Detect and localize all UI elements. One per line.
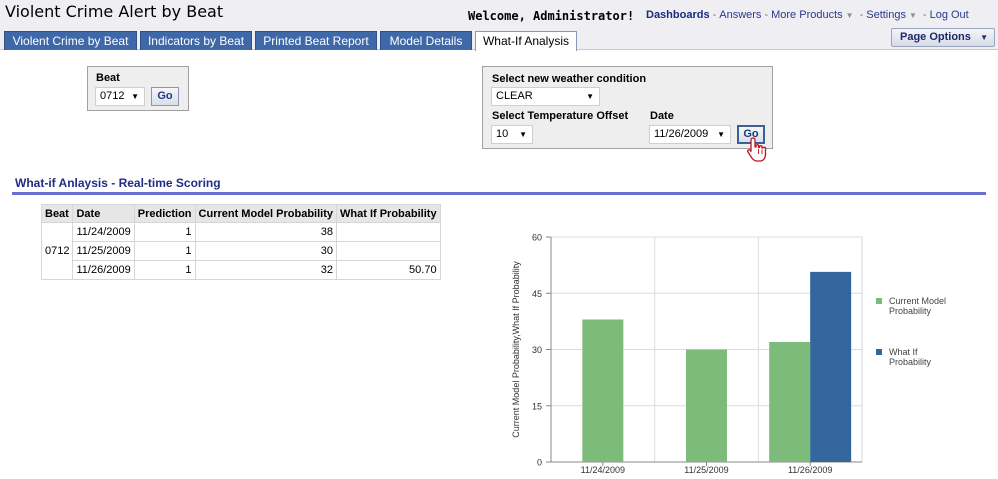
table-header-row: Beat Date Prediction Current Model Proba… [40,204,441,223]
app-title: Violent Crime Alert by Beat [5,2,224,21]
section-title: What-if Anlaysis - Real-time Scoring [15,176,221,190]
y-axis-label: Current Model Probability,What If Probab… [511,261,521,438]
bar [769,342,811,462]
answers-link[interactable]: Answers [719,9,761,21]
x-tick-label: 11/24/2009 [581,465,625,475]
page-options-button[interactable]: Page Options ▼ [891,28,995,47]
beat-cell: 0712 [40,222,74,280]
date-cell: 11/24/2009 [72,222,135,242]
prediction-cell: 1 [133,260,196,280]
legend-swatch [876,349,882,355]
column-header-what-if-probability[interactable]: What If Probability [336,204,441,223]
y-tick-label: 45 [532,289,542,299]
page-options-label: Page Options [900,31,971,43]
chevron-down-icon[interactable]: ▼ [846,11,854,20]
bar [810,271,852,462]
chevron-down-icon: ▼ [717,130,725,139]
what-if-probability-cell [336,222,441,242]
tab-printed-beat-report[interactable]: Printed Beat Report [255,31,377,50]
beat-label: Beat [96,72,120,84]
nav-separator: - [764,9,769,21]
nav-separator: - [859,9,864,21]
chevron-down-icon[interactable]: ▼ [909,11,917,20]
date-select[interactable]: 11/26/2009 ▼ [649,125,731,144]
column-header-prediction[interactable]: Prediction [133,204,196,223]
chevron-down-icon: ▼ [131,92,139,101]
tab-violent-crime-by-beat[interactable]: Violent Crime by Beat [4,31,137,50]
beat-go-button[interactable]: Go [151,87,179,106]
scoring-table: Beat Date Prediction Current Model Proba… [40,204,441,280]
y-tick-label: 0 [537,458,542,468]
current-probability-cell: 38 [194,222,338,242]
what-if-probability-cell: 50.70 [336,260,441,280]
weather-select-value: CLEAR [496,90,533,102]
logout-link[interactable]: Log Out [930,9,969,21]
weather-select[interactable]: CLEAR ▼ [491,87,600,106]
temperature-offset-select[interactable]: 10 ▼ [491,125,533,144]
what-if-probability-cell [336,241,441,261]
current-probability-cell: 30 [194,241,338,261]
table-row: 11/25/2009 1 30 [42,241,441,261]
date-cell: 11/25/2009 [72,241,135,261]
legend-swatch [876,298,882,304]
legend-label: Probability [889,357,932,367]
bar [582,319,624,462]
y-tick-label: 15 [532,401,542,411]
tab-indicators-by-beat[interactable]: Indicators by Beat [140,31,252,50]
x-tick-label: 11/25/2009 [684,465,728,475]
welcome-message: Welcome, Administrator! [468,9,635,23]
legend-label: Current Model [889,296,946,306]
weather-label: Select new weather condition [492,73,647,85]
legend-label: What If [889,347,918,357]
chevron-down-icon: ▼ [980,33,988,42]
beat-select-value: 0712 [100,90,125,102]
column-header-beat[interactable]: Beat [40,204,74,223]
column-header-current-probability[interactable]: Current Model Probability [194,204,338,223]
prediction-cell: 1 [133,222,196,242]
weather-prompt-panel: Select new weather condition CLEAR ▼ Sel… [482,66,773,149]
dashboards-link[interactable]: Dashboards [646,9,710,21]
y-tick-label: 30 [532,345,542,355]
bar [686,349,727,462]
more-products-link[interactable]: More Products [771,9,843,21]
settings-link[interactable]: Settings [866,9,906,21]
tab-what-if-analysis[interactable]: What-If Analysis [475,31,577,51]
app-header: Violent Crime Alert by Beat Welcome, Adm… [0,0,998,51]
legend-label: Probability [889,306,932,316]
tab-model-details[interactable]: Model Details [380,31,472,50]
y-tick-label: 60 [532,233,542,243]
chevron-down-icon: ▼ [586,92,594,101]
nav-separator: - [712,9,717,21]
table-row: 11/26/2009 1 32 50.70 [42,260,441,280]
beat-select[interactable]: 0712 ▼ [95,87,145,106]
probability-bar-chart: 0 15 30 45 60 11/24/2009 11/25/2009 11/26/2009 C… [511,233,946,476]
global-nav: Dashboards - Answers - More Products ▼ - Settin… [646,9,969,21]
chevron-down-icon: ▼ [519,130,527,139]
nav-separator: - [922,9,927,21]
prediction-cell: 1 [133,241,196,261]
date-cell: 11/26/2009 [72,260,135,280]
date-select-value: 11/26/2009 [654,128,709,140]
temperature-offset-label: Select Temperature Offset [492,110,629,122]
table-row: 0712 11/24/2009 1 38 [40,222,441,280]
current-probability-cell: 32 [194,260,338,280]
hand-pointer-icon [747,137,767,162]
date-label: Date [650,110,674,122]
section-divider [12,192,986,195]
beat-prompt-panel: Beat 0712 ▼ Go [87,66,189,111]
temperature-offset-value: 10 [496,128,509,140]
x-tick-label: 11/26/2009 [788,465,832,475]
column-header-date[interactable]: Date [72,204,135,223]
